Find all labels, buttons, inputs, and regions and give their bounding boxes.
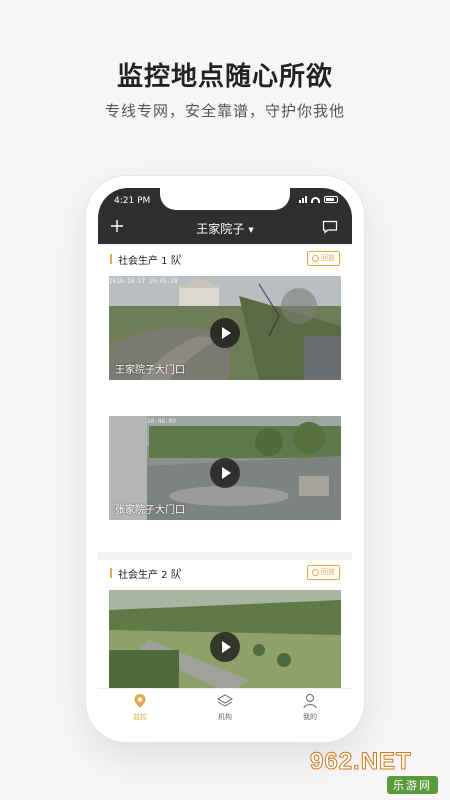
group-accent-bar (110, 568, 112, 578)
playback-label: 回放 (321, 254, 335, 262)
signal-icon (299, 196, 307, 203)
playback-button[interactable]: 回放 (307, 251, 340, 266)
wifi-icon (311, 196, 320, 203)
caret-down-icon: ▼ (248, 225, 254, 234)
battery-icon (324, 196, 338, 203)
tab-label: 监控 (133, 713, 147, 721)
tab-organization[interactable]: 机构 (195, 693, 255, 722)
play-icon[interactable] (210, 632, 240, 662)
chevron-right-icon: › (178, 565, 182, 576)
site-title: 王家院子 (196, 222, 245, 236)
chat-bubble-icon (322, 220, 338, 234)
playback-label: 回放 (321, 568, 335, 576)
group-accent-bar (110, 254, 112, 264)
camera-feed[interactable]: 10:46:03 张家院子大门口 (109, 416, 341, 520)
tab-label: 我的 (303, 713, 317, 721)
app-header: 4:21 PM 王家院子 ▼ (98, 188, 352, 244)
group-title: 社会生产 1 队 (118, 256, 181, 267)
notch (160, 188, 290, 210)
play-icon[interactable] (210, 318, 240, 348)
layers-icon (217, 694, 233, 707)
playback-button[interactable]: 回放 (307, 565, 340, 580)
group-header[interactable]: 社会生产 1 队 › 回放 (98, 246, 352, 272)
watermark: 962.NET 乐游网 (310, 748, 442, 796)
tab-monitor[interactable]: 监控 (110, 693, 170, 722)
message-button[interactable] (322, 219, 340, 234)
camera-timestamp: 2019-10-17 10:45:28 (109, 278, 178, 285)
tab-bar: 监控 机构 我的 (98, 688, 352, 728)
location-pin-icon (134, 694, 146, 708)
camera-label: 王家院子大门口 (115, 365, 185, 376)
clock-icon (312, 255, 319, 262)
camera-timestamp: 10:46:03 (147, 418, 176, 425)
watermark-logo: 962.NET (310, 748, 412, 776)
group-header[interactable]: 社会生产 2 队 › 回放 (98, 560, 352, 586)
promo-subline: 专线专网，安全靠谱，守护你我他 (104, 102, 345, 120)
status-icons (299, 196, 338, 203)
clock-icon (312, 569, 319, 576)
status-time: 4:21 PM (114, 196, 151, 206)
header-row: 王家院子 ▼ (98, 216, 352, 242)
tab-profile[interactable]: 我的 (280, 693, 340, 722)
play-icon[interactable] (210, 458, 240, 488)
camera-feed[interactable] (109, 590, 341, 694)
camera-feed[interactable]: 2019-10-17 10:45:28 王家院子大门口 (109, 276, 341, 380)
camera-group: 社会生产 1 队 › 回放 2019-10-17 10:45:28 王家院子大门… (98, 246, 352, 552)
tab-label: 机构 (218, 713, 232, 721)
phone-screen: 4:21 PM 王家院子 ▼ 社会生产 1 队 › 回放 2019-10-17 … (98, 188, 352, 728)
site-selector[interactable]: 王家院子 ▼ (98, 220, 352, 237)
promo-headline: 监控地点随心所欲 (116, 62, 333, 92)
watermark-sub: 乐游网 (387, 776, 438, 794)
user-icon (303, 694, 317, 709)
camera-label: 张家院子大门口 (115, 505, 185, 516)
group-title: 社会生产 2 队 (118, 570, 181, 581)
chevron-right-icon: › (178, 251, 182, 262)
